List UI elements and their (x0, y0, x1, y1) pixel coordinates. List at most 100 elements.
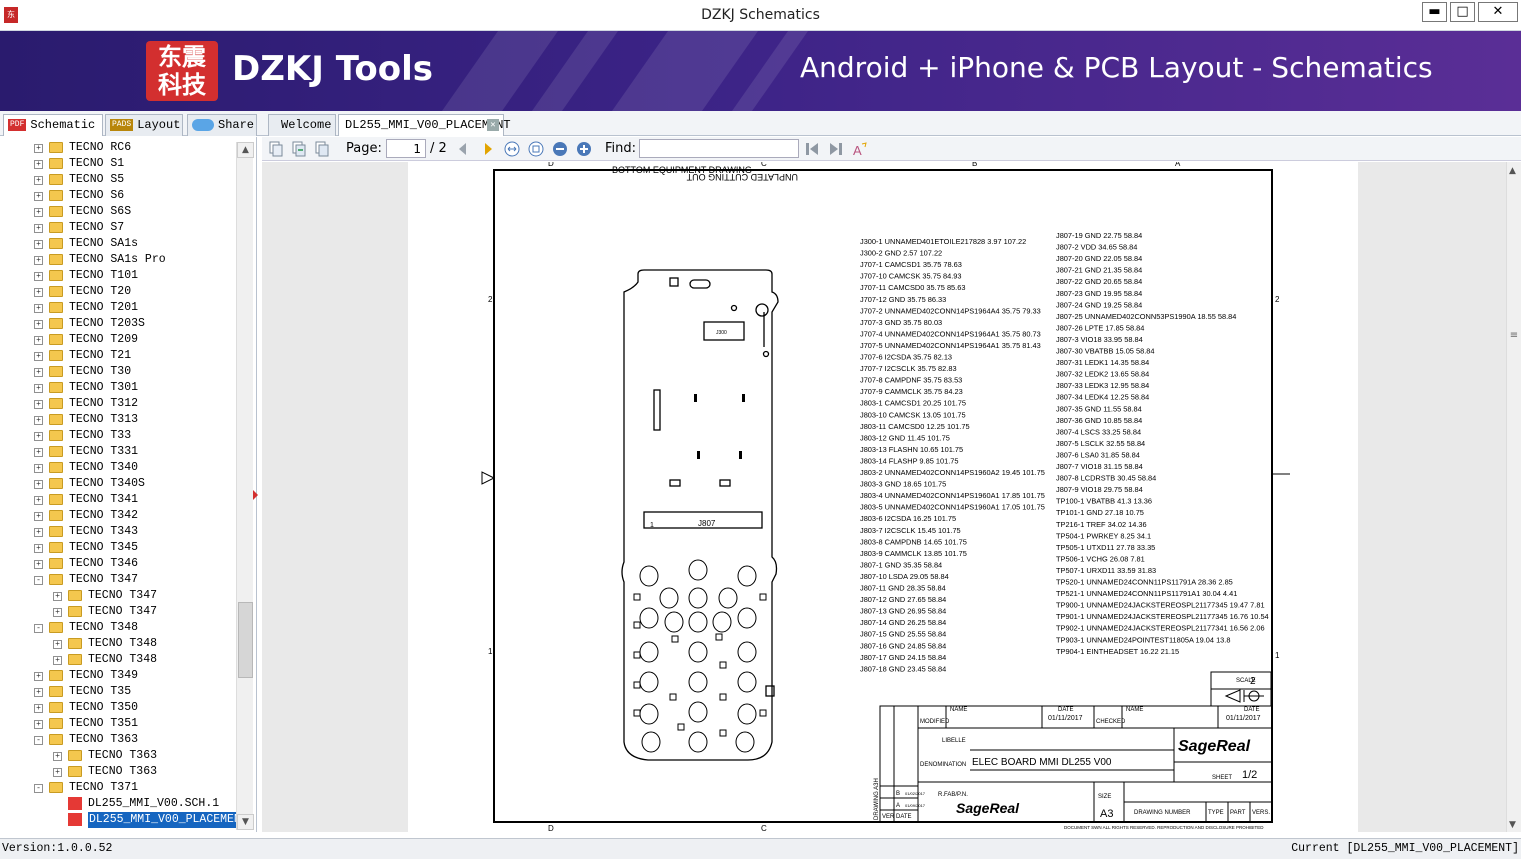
expand-icon[interactable]: + (34, 304, 43, 313)
collapse-icon[interactable]: - (34, 576, 43, 585)
expand-icon[interactable]: + (34, 192, 43, 201)
tree-folder-item[interactable]: + TECNO T348 (0, 652, 236, 668)
expand-icon[interactable]: + (53, 656, 62, 665)
collapse-icon[interactable]: - (34, 736, 43, 745)
copy-page-icon[interactable] (291, 141, 307, 157)
tree-folder-item[interactable]: + TECNO T341 (0, 492, 236, 508)
tree-folder-item[interactable]: + TECNO T203S (0, 316, 236, 332)
expand-icon[interactable]: + (34, 416, 43, 425)
tab-share[interactable]: Share (187, 114, 257, 136)
tab-welcome[interactable]: Welcome (268, 114, 336, 136)
expand-icon[interactable]: + (34, 704, 43, 713)
expand-icon[interactable]: + (53, 768, 62, 777)
collapse-icon[interactable]: - (34, 784, 43, 793)
expand-icon[interactable]: + (34, 208, 43, 217)
expand-icon[interactable]: + (34, 432, 43, 441)
viewer-scroll-down-icon[interactable]: ▼ (1509, 820, 1516, 830)
tree-folder-item[interactable]: + TECNO S6S (0, 204, 236, 220)
tree-folder-item[interactable]: + TECNO T345 (0, 540, 236, 556)
tree-folder-item[interactable]: + TECNO T340 (0, 460, 236, 476)
expand-icon[interactable]: + (34, 160, 43, 169)
expand-icon[interactable]: + (34, 240, 43, 249)
tree-file-item[interactable]: DL255_MMI_V00_PLACEMENT (0, 811, 250, 829)
tree-folder-item[interactable]: + TECNO T21 (0, 348, 236, 364)
zoom-in-icon[interactable] (576, 141, 592, 157)
expand-icon[interactable]: + (34, 272, 43, 281)
expand-icon[interactable]: + (34, 720, 43, 729)
tree-folder-item[interactable]: + TECNO S1 (0, 156, 236, 172)
tree-folder-item[interactable]: - TECNO T363 (0, 732, 236, 748)
highlight-text-icon[interactable]: A (852, 141, 868, 157)
expand-icon[interactable]: + (34, 464, 43, 473)
tree-folder-item[interactable]: + TECNO T312 (0, 396, 236, 412)
tree-folder-item[interactable]: + TECNO T363 (0, 764, 236, 780)
tree-folder-item[interactable]: + TECNO T20 (0, 284, 236, 300)
expand-icon[interactable]: + (34, 560, 43, 569)
expand-icon[interactable]: + (34, 320, 43, 329)
minimize-button[interactable]: ▬ (1422, 2, 1447, 22)
tree-folder-item[interactable]: + TECNO T347 (0, 604, 236, 620)
find-input[interactable] (639, 139, 799, 158)
tree-folder-item[interactable]: + TECNO RC6 (0, 140, 236, 156)
find-next-icon[interactable] (828, 141, 844, 157)
tree-folder-item[interactable]: + TECNO T342 (0, 508, 236, 524)
tree-folder-item[interactable]: + TECNO T347 (0, 588, 236, 604)
scroll-down-icon[interactable]: ▼ (237, 814, 254, 830)
expand-icon[interactable]: + (53, 592, 62, 601)
expand-icon[interactable]: + (53, 640, 62, 649)
tree-folder-item[interactable]: + TECNO S7 (0, 220, 236, 236)
tree-folder-item[interactable]: + TECNO T313 (0, 412, 236, 428)
tree-folder-item[interactable]: + TECNO S5 (0, 172, 236, 188)
scroll-thumb[interactable] (238, 602, 253, 678)
copy-all-icon[interactable] (314, 141, 330, 157)
tree-folder-item[interactable]: + TECNO T301 (0, 380, 236, 396)
tree-file-item[interactable]: DL255_MMI_V00.SCH.1 (0, 796, 236, 812)
tree-folder-item[interactable]: + TECNO T331 (0, 444, 236, 460)
zoom-out-icon[interactable] (552, 141, 568, 157)
expand-icon[interactable]: + (34, 480, 43, 489)
expand-icon[interactable]: + (34, 384, 43, 393)
viewer-scroll-grip-icon[interactable]: ≡ (1508, 330, 1520, 344)
tree-folder-item[interactable]: + TECNO T349 (0, 668, 236, 684)
tree-folder-item[interactable]: + TECNO T363 (0, 748, 236, 764)
tree-scrollbar[interactable]: ▲ ▼ (236, 142, 254, 830)
tree-folder-item[interactable]: + TECNO T343 (0, 524, 236, 540)
expand-icon[interactable]: + (34, 176, 43, 185)
tab-document[interactable]: DL255_MMI_V00_PLACEMENT ✕ (338, 114, 511, 136)
collapse-icon[interactable]: - (34, 624, 43, 633)
expand-icon[interactable]: + (34, 496, 43, 505)
expand-icon[interactable]: + (34, 288, 43, 297)
maximize-button[interactable]: □ (1450, 2, 1475, 22)
tab-layout[interactable]: PADS Layout (105, 114, 183, 136)
fit-page-icon[interactable] (528, 141, 544, 157)
expand-icon[interactable]: + (34, 224, 43, 233)
expand-icon[interactable]: + (34, 352, 43, 361)
tree-folder-item[interactable]: + TECNO T201 (0, 300, 236, 316)
expand-icon[interactable]: + (34, 256, 43, 265)
close-button[interactable]: ✕ (1478, 2, 1518, 22)
copy-icon[interactable] (268, 141, 284, 157)
expand-icon[interactable]: + (34, 368, 43, 377)
expand-icon[interactable]: + (34, 144, 43, 153)
tree-folder-item[interactable]: + TECNO T346 (0, 556, 236, 572)
close-tab-icon[interactable]: ✕ (487, 119, 499, 131)
page-number-input[interactable] (386, 139, 426, 158)
viewer-scroll-up-icon[interactable]: ▲ (1509, 166, 1516, 176)
tree-folder-item[interactable]: + TECNO T30 (0, 364, 236, 380)
tree-folder-item[interactable]: - TECNO T348 (0, 620, 236, 636)
prev-page-icon[interactable] (455, 141, 471, 157)
collapse-panel-icon[interactable] (253, 490, 258, 500)
tree-folder-item[interactable]: + TECNO T33 (0, 428, 236, 444)
fit-width-icon[interactable] (504, 141, 520, 157)
tree-folder-item[interactable]: + TECNO T348 (0, 636, 236, 652)
expand-icon[interactable]: + (34, 448, 43, 457)
tree-folder-item[interactable]: + TECNO T35 (0, 684, 236, 700)
expand-icon[interactable]: + (34, 528, 43, 537)
expand-icon[interactable]: + (34, 544, 43, 553)
tree-folder-item[interactable]: + TECNO T340S (0, 476, 236, 492)
expand-icon[interactable]: + (34, 400, 43, 409)
expand-icon[interactable]: + (53, 752, 62, 761)
tree-folder-item[interactable]: + TECNO S6 (0, 188, 236, 204)
expand-icon[interactable]: + (34, 336, 43, 345)
tree-folder-item[interactable]: - TECNO T347 (0, 572, 236, 588)
